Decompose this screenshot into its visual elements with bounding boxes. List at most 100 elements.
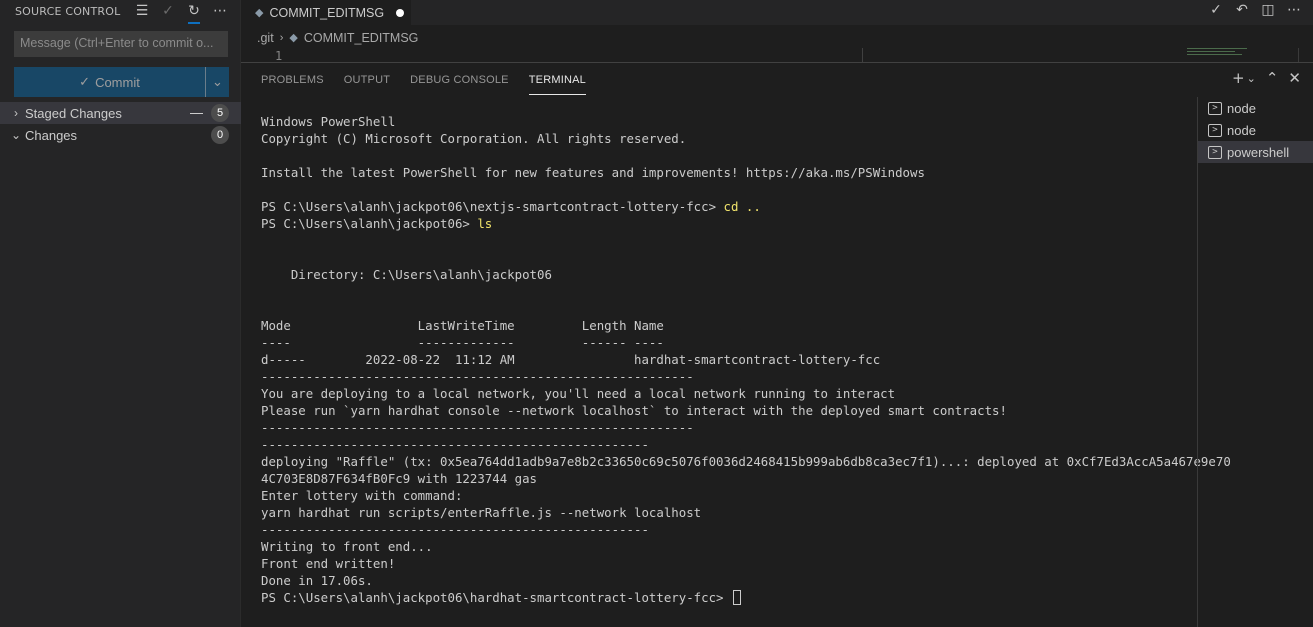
commit-button-label: Commit bbox=[95, 74, 140, 90]
terminal-command: cd .. bbox=[723, 199, 761, 214]
terminal-line: Please run `yarn hardhat console --netwo… bbox=[261, 403, 1007, 418]
new-terminal-icon[interactable]: + bbox=[1232, 69, 1245, 87]
terminal-prompt: PS C:\Users\alanh\jackpot06> bbox=[261, 216, 478, 231]
staged-changes-label: Staged Changes bbox=[25, 105, 122, 121]
commit-button-group: ✓ Commit ⌄ bbox=[14, 67, 229, 97]
staged-changes-group[interactable]: › Staged Changes 5 bbox=[0, 102, 241, 124]
commit-check-icon[interactable]: ✓ bbox=[158, 1, 178, 21]
unsaved-dot-icon[interactable] bbox=[396, 8, 405, 17]
tab-output[interactable]: OUTPUT bbox=[334, 63, 400, 97]
terminal-line: Done in 17.06s. bbox=[261, 573, 373, 588]
terminal-cursor bbox=[732, 590, 741, 605]
breadcrumb-file[interactable]: COMMIT_EDITMSG bbox=[304, 31, 419, 45]
terminal-icon: > bbox=[1208, 145, 1222, 159]
terminal-line: ----------------------------------------… bbox=[261, 369, 694, 384]
breadcrumb-git[interactable]: .git bbox=[257, 31, 274, 45]
terminal-line: PS C:\Users\alanh\jackpot06\nextjs-smart… bbox=[261, 198, 1191, 215]
check-icon: ✓ bbox=[79, 74, 91, 89]
terminal-item-label: node bbox=[1227, 100, 1256, 116]
file-icon: ◆ bbox=[289, 32, 298, 44]
terminal-line: Mode LastWriteTime Length Name bbox=[261, 318, 664, 333]
commit-button[interactable]: ✓ Commit bbox=[14, 67, 205, 97]
terminal-prompt: PS C:\Users\alanh\jackpot06\nextjs-smart… bbox=[261, 199, 724, 214]
accept-commit-icon[interactable]: ✓ bbox=[1207, 2, 1225, 18]
chevron-down-icon: ⌄ bbox=[212, 74, 223, 90]
commit-message-input[interactable]: Message (Ctrl+Enter to commit o... bbox=[14, 31, 228, 57]
terminal-prompt: PS C:\Users\alanh\jackpot06\hardhat-smar… bbox=[261, 590, 731, 605]
more-actions-icon[interactable]: ⋯ bbox=[1285, 2, 1303, 18]
terminal-line: ----------------------------------------… bbox=[261, 437, 649, 452]
split-editor-icon[interactable]: ◫ bbox=[1259, 2, 1277, 18]
terminal-command: ls bbox=[477, 216, 493, 231]
more-actions-icon[interactable]: ⋯ bbox=[210, 1, 230, 21]
terminal-line: Enter lottery with command: bbox=[261, 488, 463, 503]
tab-debug-console[interactable]: DEBUG CONSOLE bbox=[400, 63, 519, 97]
unstage-all-icon[interactable] bbox=[190, 112, 203, 114]
file-icon: ◆ bbox=[255, 7, 264, 19]
terminal-item-powershell[interactable]: > powershell bbox=[1198, 141, 1313, 163]
terminal-line: d----- 2022-08-22 11:12 AM hardhat-smart… bbox=[261, 352, 881, 367]
editor-actions: ✓ ↶ ◫ ⋯ bbox=[1207, 0, 1303, 20]
chevron-right-icon: › bbox=[14, 106, 18, 120]
terminal-line: Install the latest PowerShell for new fe… bbox=[261, 165, 925, 180]
terminal-line: You are deploying to a local network, yo… bbox=[261, 386, 896, 401]
breadcrumb: .git › ◆ COMMIT_EDITMSG bbox=[241, 27, 1313, 48]
tab-terminal[interactable]: TERMINAL bbox=[519, 63, 596, 97]
editor-tab-bar: ◆ COMMIT_EDITMSG ✓ ↶ ◫ ⋯ bbox=[241, 0, 1313, 25]
source-control-header: SOURCE CONTROL ☰ ✓ ↻ ⋯ bbox=[0, 0, 240, 24]
changes-count-badge: 0 bbox=[211, 126, 229, 144]
commit-dropdown-button[interactable]: ⌄ bbox=[205, 67, 229, 97]
tab-commit-editmsg[interactable]: ◆ COMMIT_EDITMSG bbox=[241, 0, 411, 25]
terminal-output[interactable]: Windows PowerShell Copyright (C) Microsof… bbox=[261, 113, 1231, 606]
tab-label: COMMIT_EDITMSG bbox=[269, 5, 385, 20]
staged-count-badge: 5 bbox=[211, 104, 229, 122]
tab-problems[interactable]: PROBLEMS bbox=[251, 63, 334, 97]
chevron-down-icon[interactable]: ⌄ bbox=[1247, 72, 1256, 85]
editor-scrollbar[interactable] bbox=[1298, 48, 1313, 62]
terminal-line: PS C:\Users\alanh\jackpot06> ls bbox=[261, 215, 1191, 232]
terminal-line: deploying "Raffle" (tx: 0x5ea764dd1adb9a… bbox=[261, 454, 1231, 469]
changes-group[interactable]: ⌄ Changes 0 bbox=[0, 124, 241, 146]
bottom-panel: PROBLEMS OUTPUT DEBUG CONSOLE TERMINAL +… bbox=[241, 62, 1313, 627]
terminal-line: Copyright (C) Microsoft Corporation. All… bbox=[261, 131, 687, 146]
panel-tabs: PROBLEMS OUTPUT DEBUG CONSOLE TERMINAL bbox=[251, 63, 596, 97]
source-control-sidebar: SOURCE CONTROL ☰ ✓ ↻ ⋯ Message (Ctrl+Ent… bbox=[0, 0, 241, 627]
line-number: 1 bbox=[275, 49, 283, 63]
terminal-list: > node > node > powershell bbox=[1197, 97, 1313, 627]
terminal-item-label: node bbox=[1227, 122, 1256, 138]
terminal-line: ----------------------------------------… bbox=[261, 522, 649, 537]
chevron-down-icon: ⌄ bbox=[10, 128, 22, 142]
terminal-item-node[interactable]: > node bbox=[1198, 97, 1313, 119]
terminal-line: ----------------------------------------… bbox=[261, 420, 694, 435]
panel-actions: + ⌄ ⌃ ✕ bbox=[1232, 69, 1301, 87]
minimap[interactable] bbox=[1187, 48, 1255, 58]
changes-label: Changes bbox=[25, 127, 78, 143]
view-as-tree-icon[interactable]: ☰ bbox=[132, 1, 152, 21]
terminal-line: 4C703E8D87F634fB0Fc9 with 1223744 gas bbox=[261, 471, 538, 486]
maximize-panel-icon[interactable]: ⌃ bbox=[1266, 69, 1279, 87]
terminal-line: Writing to front end... bbox=[261, 539, 433, 554]
terminal-icon: > bbox=[1208, 101, 1222, 115]
terminal-line: PS C:\Users\alanh\jackpot06\hardhat-smar… bbox=[261, 589, 1191, 606]
terminal-line: Front end written! bbox=[261, 556, 396, 571]
source-control-actions: ☰ ✓ ↻ ⋯ bbox=[132, 0, 230, 24]
terminal-line: ---- ------------- ------ ---- bbox=[261, 335, 664, 350]
chevron-right-icon: › bbox=[279, 31, 284, 44]
terminal-item-label: powershell bbox=[1227, 144, 1290, 160]
terminal-line: Directory: C:\Users\alanh\jackpot06 bbox=[261, 267, 552, 282]
terminal-line: yarn hardhat run scripts/enterRaffle.js … bbox=[261, 505, 702, 520]
source-control-title: SOURCE CONTROL bbox=[15, 4, 121, 18]
close-panel-icon[interactable]: ✕ bbox=[1288, 69, 1301, 87]
terminal-line: Windows PowerShell bbox=[261, 114, 396, 129]
terminal-item-node[interactable]: > node bbox=[1198, 119, 1313, 141]
refresh-icon[interactable]: ↻ bbox=[184, 1, 204, 24]
terminal-icon: > bbox=[1208, 123, 1222, 137]
discard-icon[interactable]: ↶ bbox=[1233, 2, 1251, 18]
editor-ruler bbox=[862, 48, 863, 62]
